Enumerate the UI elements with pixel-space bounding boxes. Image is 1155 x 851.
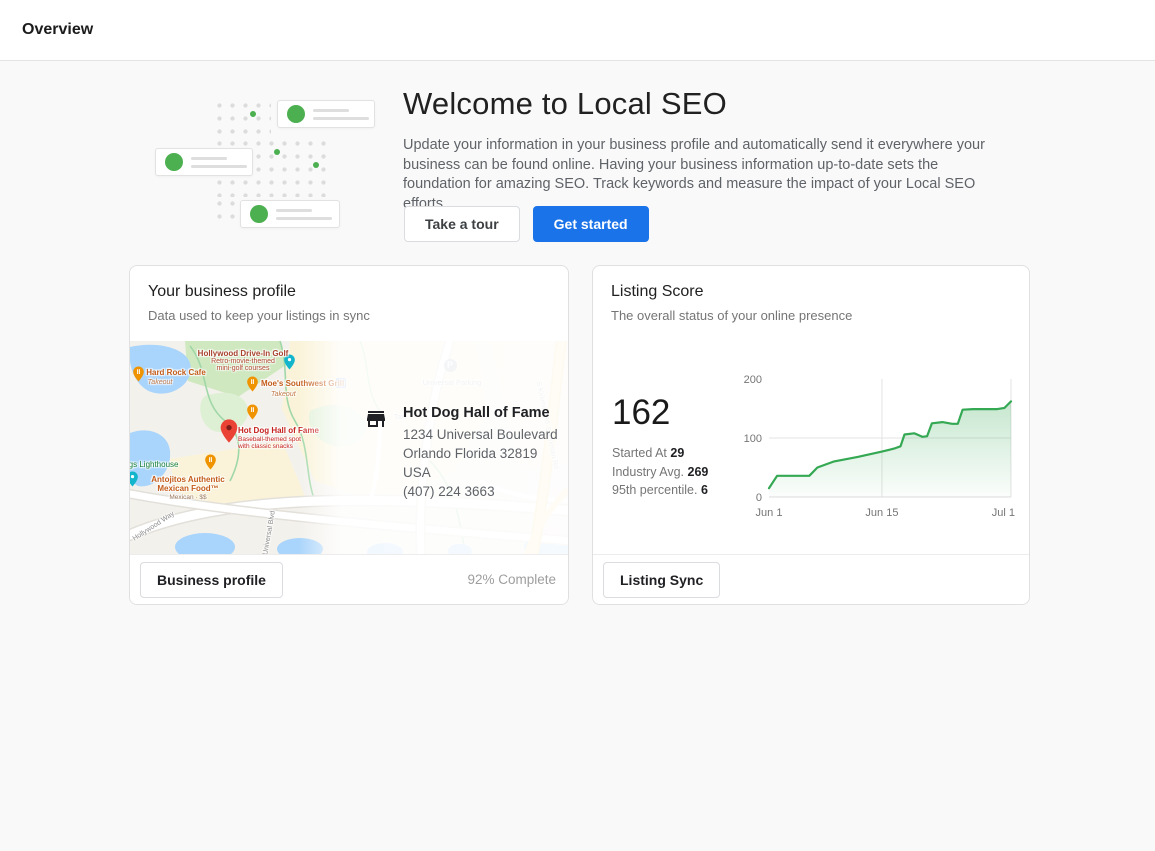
listing-mini-card [277,100,375,128]
svg-text:200: 200 [744,374,762,386]
storefront-icon [364,407,388,431]
business-map[interactable]: P Hollywood Drive-In GolfRetro-movie-the… [130,341,568,556]
map-label: rgs Lighthouse [130,460,178,469]
hero-title: Welcome to Local SEO [403,86,727,122]
map-label: mini-golf courses [217,365,270,373]
listing-card-title: Listing Score [611,283,1011,301]
listing-score-card: Listing Score The overall status of your… [592,265,1030,605]
green-dot [313,162,319,168]
map-label: Takeout [271,391,296,399]
business-name: Hot Dog Hall of Fame [403,405,558,421]
business-card-header: Your business profile Data used to keep … [130,266,568,341]
dot-grid [213,99,271,137]
map-label: Universal Blvd [262,510,278,555]
stat-row: 95th percentile. 6 [612,481,708,500]
listing-score-body: 162 Started At 29Industry Avg. 26995th p… [593,341,1029,556]
business-card-title: Your business profile [148,283,550,301]
page-title: Overview [22,21,93,39]
business-phone: (407) 224 3663 [403,482,558,501]
stat-row: Industry Avg. 269 [612,463,708,482]
hero-description: Update your information in your business… [403,136,1009,214]
svg-text:Jun 15: Jun 15 [865,507,898,519]
topbar: Overview [0,0,1155,61]
listing-score-chart: 0 100 200 Jun 1 Jun 15 Jul 1 [741,365,1025,527]
svg-text:0: 0 [756,492,762,504]
listing-mini-card [240,200,340,228]
hero-illustration [130,85,390,235]
listing-score-value: 162 [612,393,670,433]
profile-completion-status: 92% Complete [467,572,556,587]
dot-grid [213,197,241,223]
listing-card-subtitle: The overall status of your online presen… [611,308,1011,323]
map-label: Hollywood Way [132,511,177,544]
green-dot [250,111,256,117]
svg-text:Jul 1: Jul 1 [992,507,1015,519]
business-address-line3: USA [403,463,558,482]
map-label: Hollywood Drive-In Golf [198,349,289,358]
hero-buttons: Take a tour Get started [404,206,649,242]
business-profile-card: Your business profile Data used to keep … [129,265,569,605]
listing-card-footer: Listing Sync [593,554,1029,604]
business-address-line1: 1234 Universal Boulevard [403,425,558,444]
map-label: Mexican · $$ [169,494,206,501]
get-started-button[interactable]: Get started [533,206,649,242]
listing-sync-button[interactable]: Listing Sync [603,562,720,598]
take-a-tour-button[interactable]: Take a tour [404,206,520,242]
stat-row: Started At 29 [612,444,708,463]
listing-score-stats: Started At 29Industry Avg. 26995th perce… [612,444,708,500]
business-card-subtitle: Data used to keep your listings in sync [148,308,550,323]
green-dot [274,149,280,155]
map-label: Mexican Food™ [157,484,218,493]
svg-text:100: 100 [744,433,762,445]
svg-text:Jun 1: Jun 1 [756,507,783,519]
business-profile-button[interactable]: Business profile [140,562,283,598]
business-card-footer: Business profile 92% Complete [130,554,568,604]
map-label: Takeout [148,379,173,387]
listing-card-header: Listing Score The overall status of your… [593,266,1029,341]
map-label: with classic snacks [238,443,293,450]
business-info: Hot Dog Hall of Fame 1234 Universal Boul… [364,405,558,501]
business-address-line2: Orlando Florida 32819 [403,444,558,463]
listing-mini-card [155,148,253,176]
map-label: Hard Rock Cafe [146,368,206,377]
map-label: Antojitos Authentic [151,475,224,484]
